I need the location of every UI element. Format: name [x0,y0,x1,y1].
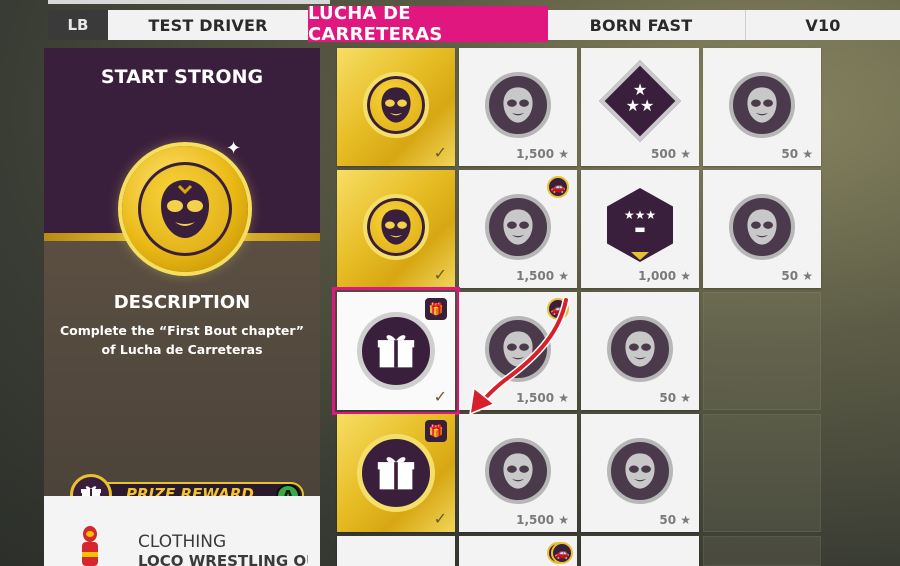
achievement-tile[interactable]: 🚗 1,500 ★ [459,170,577,288]
detail-body [44,241,320,511]
points-value: 50 ★ [659,513,691,527]
mask-icon [485,316,551,382]
car-badge-icon: 🚗 [547,176,569,198]
wrestler-outfit-icon [74,526,106,566]
points-value: 1,500 ★ [516,513,569,527]
mask-gold-icon [138,162,232,256]
achievement-tile[interactable]: 50 ★ [703,48,821,166]
gift-badge-icon: 🎁 [425,420,447,442]
mask-icon [607,438,673,504]
empty-tile [703,414,821,532]
mask-icon [485,194,551,260]
achievement-tile[interactable]: ★ ★★ 500 ★ [581,48,699,166]
tab-v10[interactable]: V10 [746,10,900,40]
tab-lucha-de-carreteras[interactable]: LUCHA DE CARRETERAS [308,3,548,45]
achievement-tile[interactable]: 🎁 ✓ [337,414,455,532]
achievement-tile[interactable]: 50 ★ [581,292,699,410]
empty-tile [703,292,821,410]
reward-preview: CLOTHING LOCO WRESTLING OUTFIT [44,496,320,566]
mask-icon [729,72,795,138]
points-value: 1,000 ★ [638,269,691,283]
reward-type: CLOTHING [138,532,227,552]
check-icon: ✓ [433,387,447,406]
points-value: 1,500 ★ [516,269,569,283]
reward-name: LOCO WRESTLING OUTFIT [138,552,308,566]
achievement-tile[interactable]: ✓ [337,48,455,166]
achievement-title: START STRONG [100,66,264,88]
stars-icon: ★ ★★ [625,80,655,115]
achievement-tile[interactable]: 50 ★ [581,414,699,532]
sparkle-icon: ✦ [226,138,242,159]
achievement-tile[interactable] [337,536,455,566]
points-value: 1,500 ★ [516,391,569,405]
gift-badge-icon: 🎁 [425,298,447,320]
description-text: Complete the “First Bout chapter” of Luc… [59,323,305,357]
points-value: 50 ★ [781,147,813,161]
achievement-tile-selected[interactable]: 🎁 ✓ [332,287,460,415]
detail-panel: START STRONG ✦ DESCRIPTION Complete the … [44,48,320,566]
achievement-tile[interactable]: 🚗 1,500 ★ [459,292,577,410]
mask-icon [485,438,551,504]
achievement-tile[interactable]: 1,500 ★ [459,48,577,166]
top-edge-bar [48,0,330,4]
points-value: 50 ★ [659,391,691,405]
mask-icon [729,194,795,260]
check-icon: ✓ [433,143,447,162]
check-icon: ✓ [433,509,447,528]
stars-icon: ★★★ ▬ [623,208,657,236]
description-heading: DESCRIPTION [113,292,251,313]
gift-icon [357,434,435,512]
empty-tile [703,536,821,566]
mask-gold-icon [363,194,429,260]
points-value: 500 ★ [651,147,691,161]
gift-icon [357,312,435,390]
mask-icon [485,72,551,138]
car-badge-icon: 🚗 [547,298,569,320]
mask-gold-icon [363,72,429,138]
achievement-tile[interactable]: 🚗 [551,536,699,566]
tab-test-driver[interactable]: TEST DRIVER [108,10,308,40]
achievement-tile[interactable]: ★★★ ▬ 1,000 ★ [581,170,699,288]
check-icon: ✓ [433,265,447,284]
achievement-tile[interactable]: 50 ★ [703,170,821,288]
tab-born-fast[interactable]: BORN FAST [548,10,734,40]
car-badge-icon: 🚗 [551,542,573,564]
achievement-medal: ✦ [122,138,248,272]
points-value: 1,500 ★ [516,147,569,161]
tab-bar: LB TEST DRIVER LUCHA DE CARRETERAS BORN … [0,0,900,45]
achievement-tile[interactable]: 1,500 ★ [459,414,577,532]
mask-icon [607,316,673,382]
points-value: 50 ★ [781,269,813,283]
lb-bumper-button[interactable]: LB [48,10,108,40]
achievement-tile[interactable]: ✓ [337,170,455,288]
